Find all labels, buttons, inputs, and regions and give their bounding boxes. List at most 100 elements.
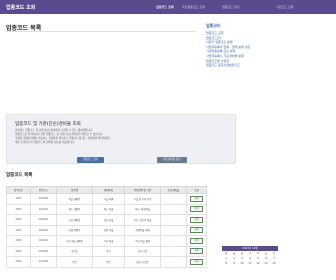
cell-code: 011002: [30, 214, 57, 226]
table-header-row: 귀속년도 업종코드 업종명 세세분류 적용범위 및 기준 단순경비율 조회: [6, 186, 207, 194]
column-header[interactable]: 세세분류: [92, 186, 125, 194]
site-logo[interactable]: 업종코드 조회: [6, 4, 35, 11]
cell-code: 011005: [30, 245, 57, 257]
calendar-weekday: 수: [248, 252, 252, 255]
calendar-day[interactable]: 14: [270, 262, 278, 266]
table-row[interactable]: 2023 011002 과실 재배업 과실 작물 과실, 음료용 작물 - 상세: [6, 214, 207, 226]
table-row[interactable]: 2023 011001 채소 재배업 채소 작물 채소, 화훼작물 - 상세: [6, 203, 207, 215]
column-header[interactable]: 업종코드: [30, 186, 57, 194]
cell-year: 2023: [6, 235, 31, 247]
column-header[interactable]: 단순경비율: [160, 186, 187, 194]
cell-action: 상세: [186, 235, 207, 247]
table-row[interactable]: 2023 011003 화훼 재배업 화훼 작물 화훼작물 재배 - 상세: [6, 224, 207, 236]
top-navigation-bar: 업종코드 조회 업종코드 조회 주요업종코드 조회 업종코드 찾기 기관코드 조…: [0, 0, 336, 14]
cell-code: 011004: [30, 235, 57, 247]
code-table: 귀속년도 업종코드 업종명 세세분류 적용범위 및 기준 단순경비율 조회 20…: [6, 186, 207, 268]
sidebar-title: 업종코드: [206, 23, 221, 28]
cell-name: 축산업: [56, 245, 93, 257]
cell-rate: -: [160, 256, 187, 268]
cell-year: 2023: [6, 224, 31, 236]
calendar-weekday: 일: [224, 252, 228, 255]
calendar-day[interactable]: 5: [254, 257, 262, 261]
cell-subclass: 축산: [92, 245, 125, 257]
calendar-widget: 2023년 12월 일 월 화 수 목 금 토 1 2 3 4 5 6 7 8 …: [222, 246, 278, 270]
calendar-weekday: 화: [240, 252, 244, 255]
cell-name: 화훼 재배업: [56, 224, 93, 236]
cell-code: 011006: [30, 256, 57, 268]
detail-button[interactable]: 상세: [190, 258, 203, 265]
cell-subclass: 곡물 재배: [92, 193, 125, 205]
table-row[interactable]: 2023 011000 작물 재배업 곡물 재배 곡물 및 기타 식량 - 상세: [6, 193, 207, 205]
cell-rate: -: [160, 245, 187, 257]
detail-button[interactable]: 상세: [190, 195, 203, 202]
cell-name: 채소 재배업: [56, 203, 93, 215]
calendar-day[interactable]: 12: [254, 262, 262, 266]
cell-name: 과실 재배업: [56, 214, 93, 226]
nav-item-major-codes[interactable]: 주요업종코드 조회: [182, 5, 205, 9]
calendar-day[interactable]: 6: [262, 257, 270, 261]
column-header[interactable]: 귀속년도: [6, 186, 31, 194]
calendar-weekday: 토: [272, 252, 276, 255]
title-divider: [6, 31, 196, 32]
calendar-day[interactable]: 7: [270, 257, 278, 261]
calendar-weekday: 월: [232, 252, 236, 255]
table-row[interactable]: 2023 011005 축산업 축산 가축 사육 - 상세: [6, 245, 207, 257]
calendar-day[interactable]: 11: [246, 262, 254, 266]
calendar-day[interactable]: 4: [246, 257, 254, 261]
calendar-day[interactable]: 2: [230, 257, 238, 261]
cell-rate: -: [160, 224, 187, 236]
cell-rate: -: [160, 193, 187, 205]
calendar-day[interactable]: 13: [262, 262, 270, 266]
cell-subclass: 채소 작물: [92, 203, 125, 215]
nav-item-agency-code[interactable]: 기관코드 조회: [276, 5, 294, 9]
find-code-button[interactable]: 업종코드 찾기: [77, 157, 105, 163]
cell-name: 임업: [56, 256, 93, 268]
cell-scope: 가축 사육: [124, 245, 161, 257]
detail-button[interactable]: 상세: [190, 227, 203, 234]
calendar-day[interactable]: 8: [222, 262, 230, 266]
column-header[interactable]: 업종명: [56, 186, 93, 194]
table-row[interactable]: 2023 011006 임업 임업 영림 및 벌목 - 상세: [6, 256, 207, 268]
info-panel: 업종코드 및 기준(단순)경비율 조회 귀속연도 업종코드 및 기준(단순)경비…: [6, 114, 236, 164]
cell-rate: -: [160, 214, 187, 226]
cell-code: 011000: [30, 193, 57, 205]
calendar-header: 2023년 12월: [222, 246, 278, 251]
cell-year: 2023: [6, 193, 31, 205]
cell-subclass: 화훼 작물: [92, 224, 125, 236]
detail-button[interactable]: 상세: [190, 206, 203, 213]
calendar-weekday: 금: [264, 252, 268, 255]
calendar-day[interactable]: 9: [230, 262, 238, 266]
detail-button[interactable]: 상세: [190, 216, 203, 223]
cell-rate: -: [160, 235, 187, 247]
detail-button[interactable]: 상세: [190, 237, 203, 244]
nav-item-find-code[interactable]: 업종코드 찾기: [222, 5, 240, 9]
calendar-day[interactable]: 10: [238, 262, 246, 266]
cell-year: 2023: [6, 214, 31, 226]
sidebar-item[interactable]: 업종코드 표준산업분류코드: [206, 63, 326, 68]
column-header[interactable]: 조회: [186, 186, 207, 194]
cell-action: 상세: [186, 203, 207, 215]
cell-year: 2023: [6, 245, 31, 257]
nav-item-industry-code[interactable]: 업종코드 조회: [156, 5, 174, 9]
cell-scope: 기타 작물 재배: [124, 235, 161, 247]
column-header[interactable]: 적용범위 및 기준: [124, 186, 161, 194]
cell-scope: 채소, 화훼작물: [124, 203, 161, 215]
cell-action: 상세: [186, 245, 207, 257]
detail-button[interactable]: 상세: [190, 248, 203, 255]
info-line: 해당 귀속연도의 업종코드와 경비율 정보를 제공합니다.: [15, 141, 75, 144]
cell-name: 작물 재배업: [56, 193, 93, 205]
calendar-grid: 일 월 화 수 목 금 토 1 2 3 4 5 6 7 8 9 10 11 12…: [222, 252, 278, 266]
cell-subclass: 임업: [92, 256, 125, 268]
cell-scope: 곡물 및 기타 식량: [124, 193, 161, 205]
cell-name: 기타 작물 재배업: [56, 235, 93, 247]
find-rate-button[interactable]: 기준경비율 찾기: [157, 157, 187, 163]
calendar-day[interactable]: 3: [238, 257, 246, 261]
calendar-day[interactable]: 1: [222, 257, 230, 261]
cell-action: 상세: [186, 214, 207, 226]
cell-scope: 과실, 음료용 작물: [124, 214, 161, 226]
table-row[interactable]: 2023 011004 기타 작물 재배업 기타 작물 기타 작물 재배 - 상…: [6, 235, 207, 247]
sidebar-menu: 업종코드 조회 업종코드란? 이런거 업종코드 분류 사업자등록의 업종 · 업…: [206, 31, 326, 68]
cell-action: 상세: [186, 224, 207, 236]
list-title: 업종코드 목록: [6, 173, 33, 178]
cell-action: 상세: [186, 256, 207, 268]
